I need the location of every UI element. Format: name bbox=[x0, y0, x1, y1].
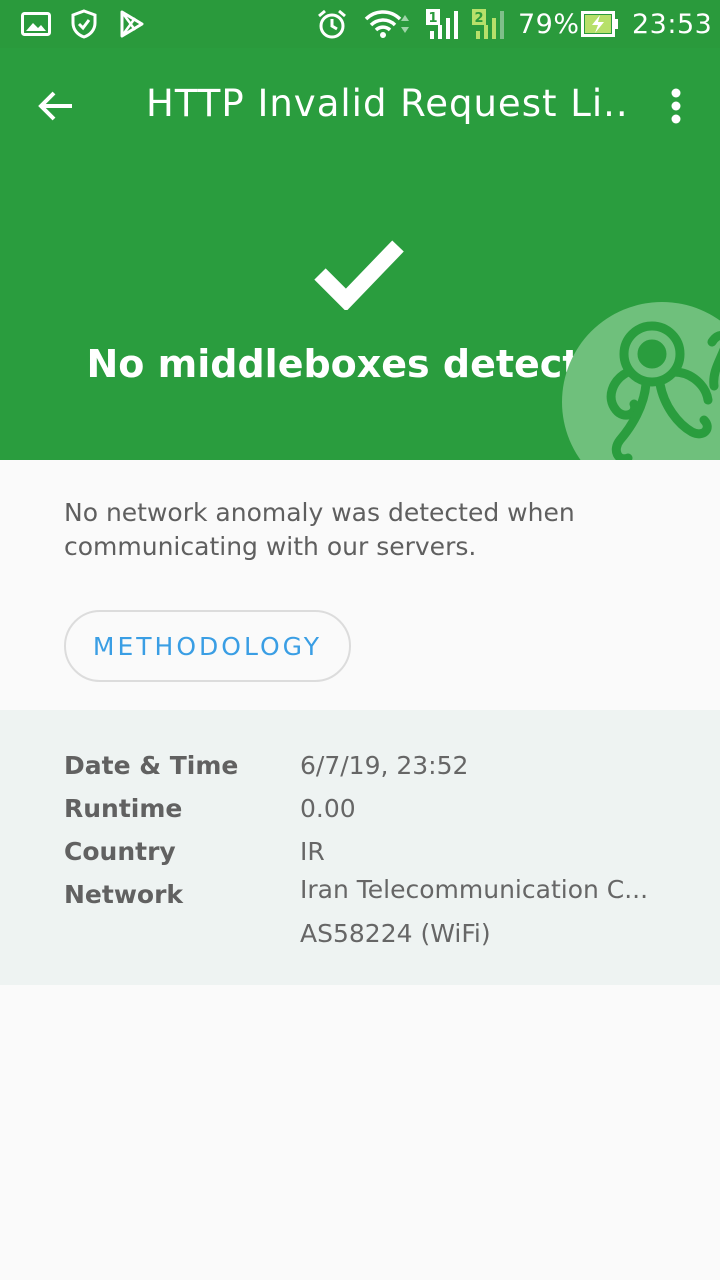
runtime-value: 0.00 bbox=[300, 794, 356, 823]
country-value: IR bbox=[300, 837, 325, 866]
result-header: HTTP Invalid Request Li... No middleboxe… bbox=[0, 48, 720, 460]
back-button[interactable] bbox=[32, 82, 80, 130]
more-vert-icon bbox=[671, 88, 681, 124]
measurement-details: Date & Time 6/7/19, 23:52 Runtime 0.00 C… bbox=[0, 710, 720, 985]
status-bar: 1 2 79% 23:53 bbox=[0, 0, 720, 48]
screen: 1 2 79% 23:53 HTTP Invalid Request Li...… bbox=[0, 0, 720, 1280]
date-time-label: Date & Time bbox=[64, 751, 239, 780]
octopus-mascot-icon bbox=[562, 302, 720, 460]
sim1-label: 1 bbox=[428, 11, 437, 26]
gallery-notification-icon bbox=[20, 8, 52, 40]
battery-percent: 79% bbox=[518, 9, 580, 40]
sim2-signal-icon: 2 bbox=[470, 8, 510, 40]
alarm-icon bbox=[316, 8, 348, 40]
check-icon bbox=[314, 240, 404, 310]
network-asn-value: AS58224 (WiFi) bbox=[300, 919, 491, 948]
battery-charging-icon bbox=[580, 8, 620, 40]
wifi-icon bbox=[362, 8, 412, 40]
methodology-button[interactable]: METHODOLOGY bbox=[64, 610, 351, 682]
overflow-menu-button[interactable] bbox=[654, 82, 698, 130]
clock: 23:53 bbox=[632, 9, 713, 40]
result-description: No network anomaly was detected when com… bbox=[64, 498, 575, 561]
runtime-label: Runtime bbox=[64, 794, 183, 823]
arrow-back-icon bbox=[38, 91, 72, 121]
play-store-icon bbox=[116, 8, 148, 40]
sim1-signal-icon: 1 bbox=[424, 8, 464, 40]
shield-check-icon bbox=[68, 8, 100, 40]
page-title: HTTP Invalid Request Li... bbox=[146, 82, 626, 125]
network-value: Iran Telecommunication C... bbox=[300, 875, 649, 904]
sim2-label: 2 bbox=[474, 11, 483, 26]
date-time-value: 6/7/19, 23:52 bbox=[300, 751, 469, 780]
network-label: Network bbox=[64, 880, 184, 909]
country-label: Country bbox=[64, 837, 176, 866]
